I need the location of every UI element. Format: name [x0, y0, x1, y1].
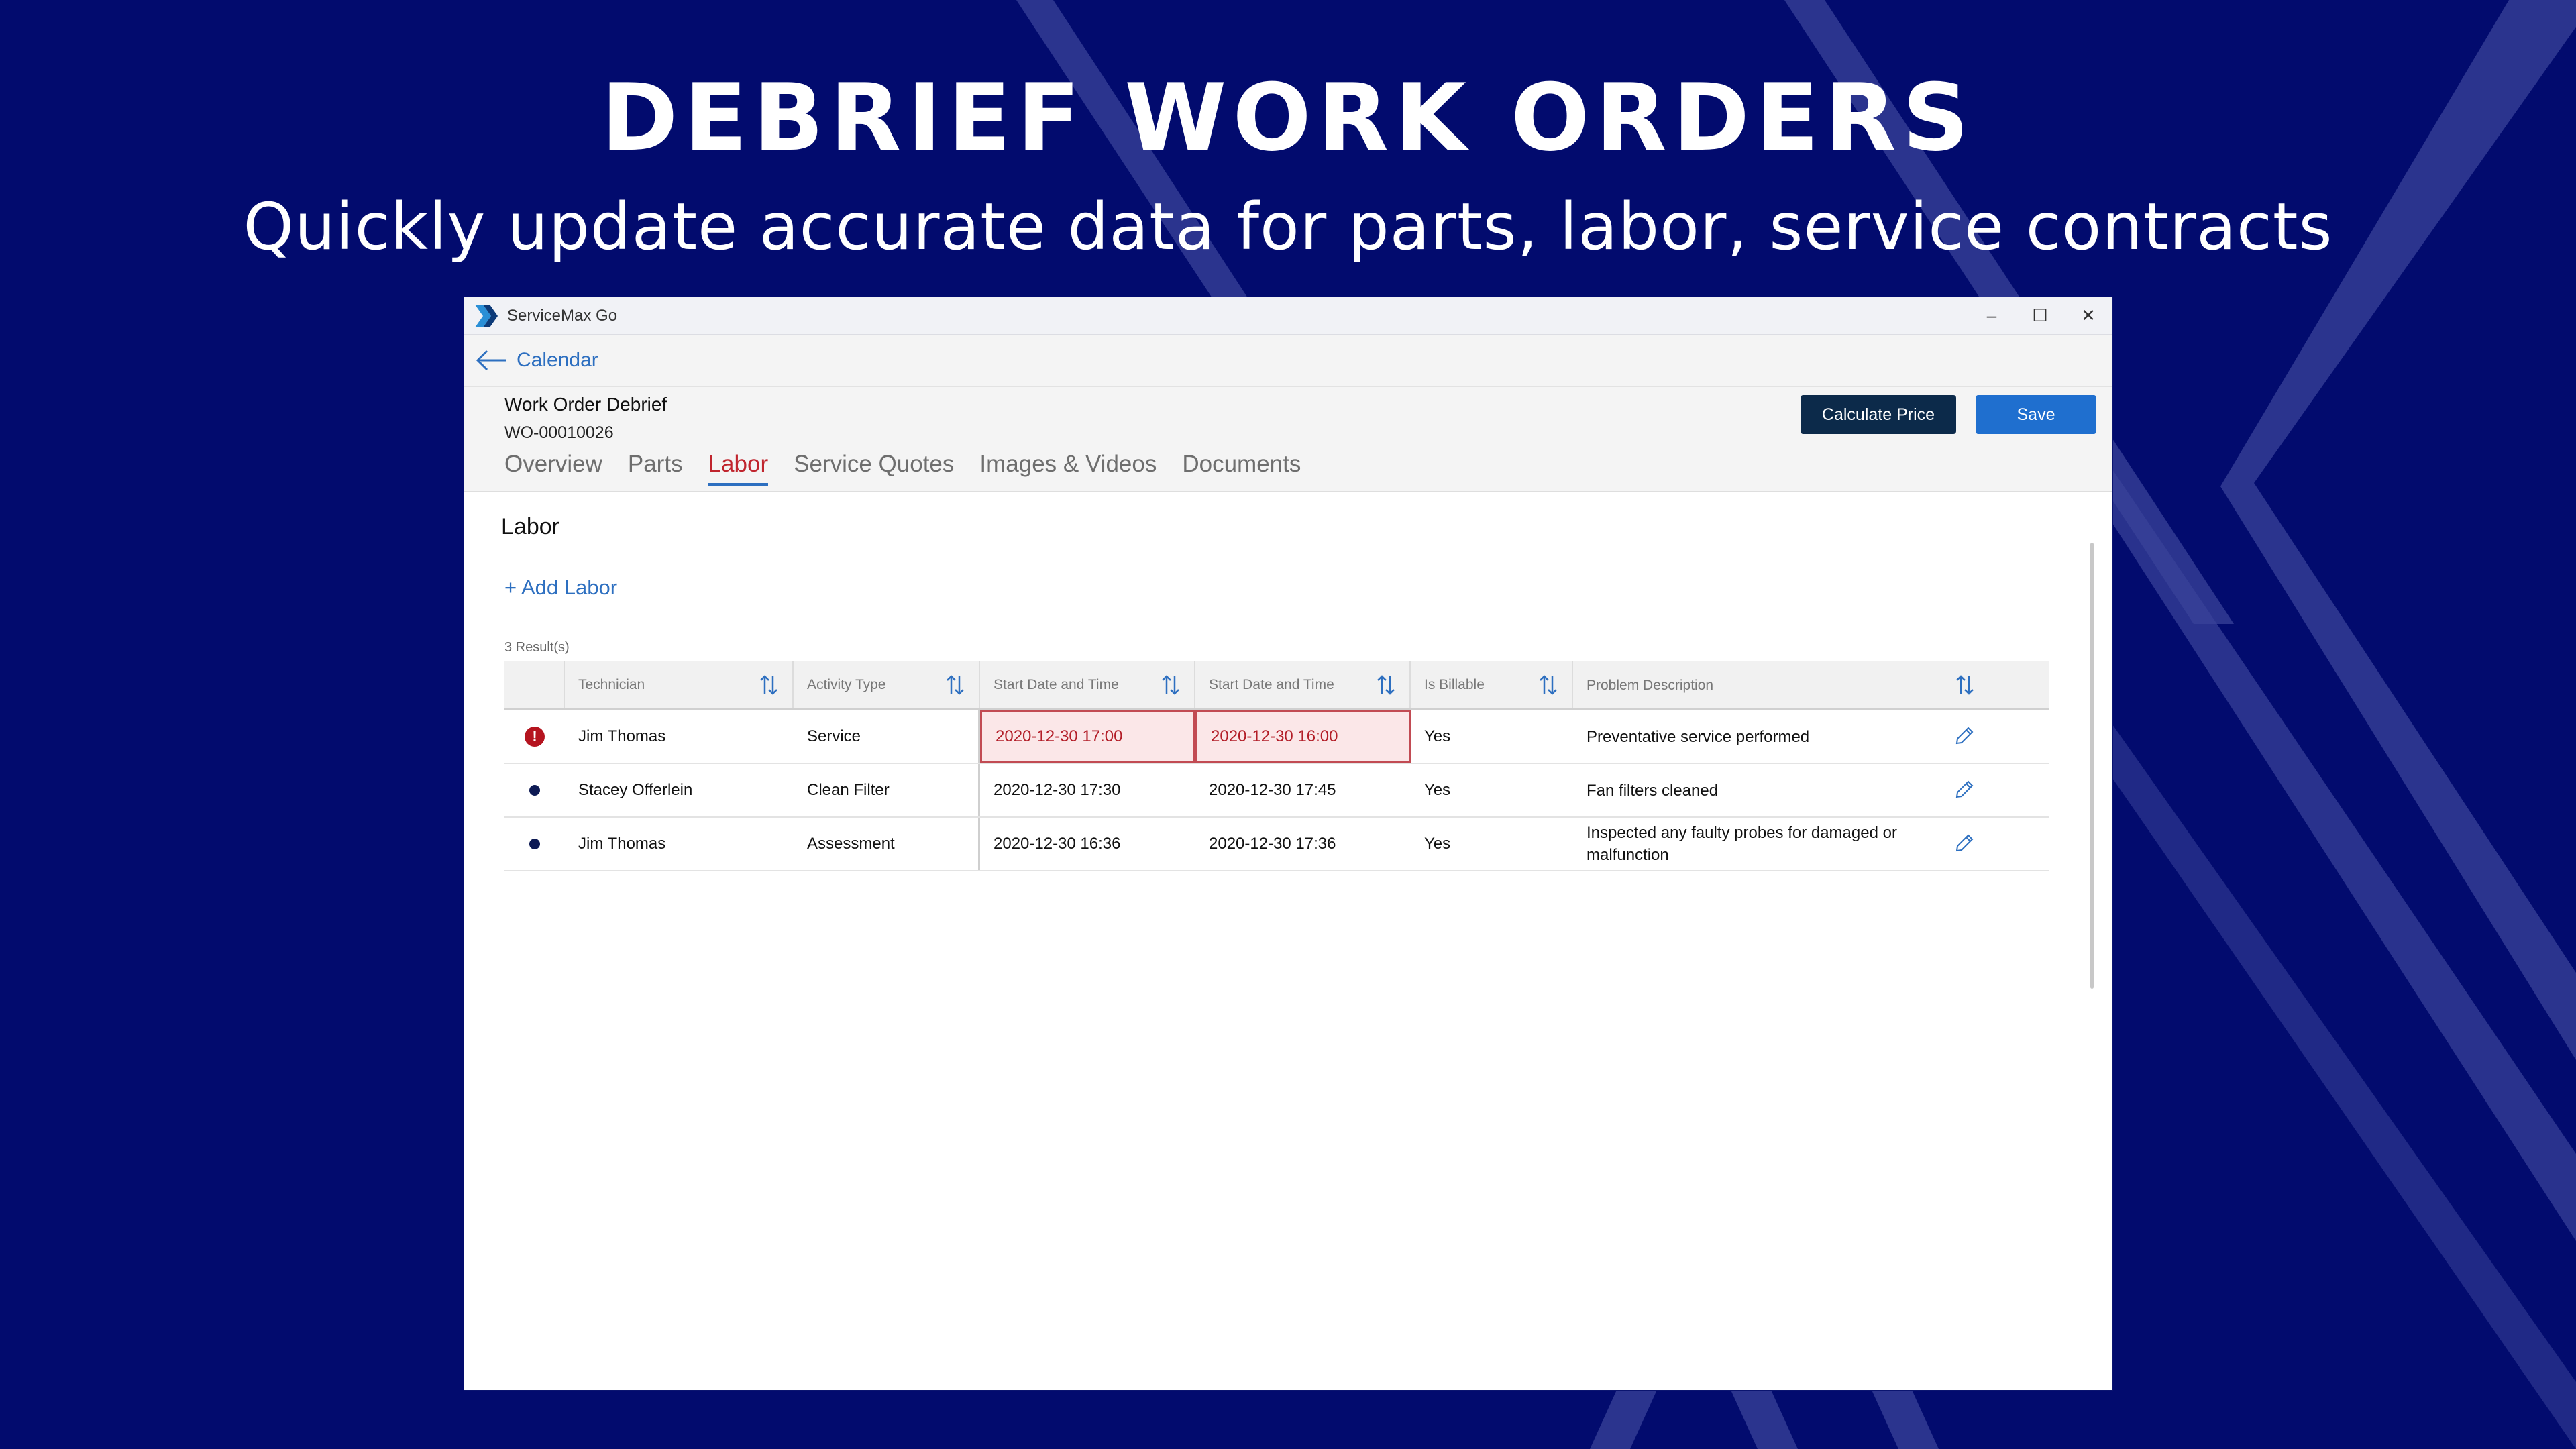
- tab-images-videos[interactable]: Images & Videos: [979, 451, 1157, 486]
- slide-headline: DEBRIEF WORK ORDERS: [600, 64, 1975, 172]
- technician-cell: Jim Thomas: [578, 727, 666, 745]
- tab-service-quotes[interactable]: Service Quotes: [794, 451, 954, 486]
- start-date-cell-error[interactable]: 2020-12-30 16:00: [1195, 710, 1411, 763]
- title-bar: ServiceMax Go – ☐ ✕: [464, 297, 2112, 335]
- table-row[interactable]: Stacey Offerlein Clean Filter 2020-12-30…: [504, 764, 2049, 818]
- servicemax-logo-icon: [475, 304, 498, 327]
- tab-labor[interactable]: Labor: [708, 451, 769, 486]
- back-link-calendar[interactable]: Calendar: [517, 349, 598, 372]
- nav-bar: Calendar: [464, 335, 2112, 387]
- error-icon: !: [525, 727, 545, 747]
- pencil-edit-icon[interactable]: [1953, 779, 1975, 800]
- add-labor-button[interactable]: + Add Labor: [504, 576, 617, 600]
- labor-table: Technician Activity Type Start Date and …: [504, 661, 2049, 871]
- app-window: ServiceMax Go – ☐ ✕ Calendar Work Order …: [464, 297, 2112, 1390]
- header-status: [504, 661, 565, 708]
- status-cell: [504, 818, 565, 870]
- maximize-button[interactable]: ☐: [2016, 297, 2064, 334]
- status-cell: [504, 764, 565, 816]
- description-cell: Preventative service performed: [1573, 710, 1988, 763]
- page-title: Work Order Debrief: [504, 394, 667, 415]
- back-arrow-icon[interactable]: [475, 348, 508, 372]
- close-button[interactable]: ✕: [2064, 297, 2112, 334]
- status-dot-icon: [529, 785, 540, 796]
- work-order-header: Work Order Debrief WO-00010026 Overview …: [464, 387, 2112, 492]
- sort-icon[interactable]: [1538, 674, 1558, 696]
- start-date-cell: 2020-12-30 17:36: [1209, 835, 1336, 853]
- sort-icon[interactable]: [1376, 674, 1396, 696]
- header-start-date-1[interactable]: Start Date and Time: [980, 661, 1195, 708]
- header-activity-type[interactable]: Activity Type: [794, 661, 980, 708]
- start-date-cell: 2020-12-30 16:36: [994, 835, 1121, 853]
- tab-documents[interactable]: Documents: [1182, 451, 1301, 486]
- start-date-cell: 2020-12-30 17:45: [1209, 781, 1336, 799]
- status-dot-icon: [529, 839, 540, 849]
- billable-cell: Yes: [1424, 835, 1451, 853]
- save-button[interactable]: Save: [1976, 395, 2096, 434]
- sort-icon[interactable]: [759, 674, 779, 696]
- header-problem-description[interactable]: Problem Description: [1573, 661, 1988, 708]
- header-start-date-2[interactable]: Start Date and Time: [1195, 661, 1411, 708]
- table-header: Technician Activity Type Start Date and …: [504, 661, 2049, 710]
- tab-overview[interactable]: Overview: [504, 451, 602, 486]
- description-cell: Inspected any faulty probes for damaged …: [1573, 818, 1988, 870]
- labor-content: Labor + Add Labor 3 Result(s) Technician…: [464, 492, 2112, 1342]
- activity-type-cell: Assessment: [794, 818, 980, 870]
- header-technician[interactable]: Technician: [565, 661, 794, 708]
- pencil-edit-icon[interactable]: [1953, 833, 1975, 854]
- calculate-price-button[interactable]: Calculate Price: [1801, 395, 1956, 434]
- activity-type-cell: Service: [794, 710, 980, 763]
- tab-parts[interactable]: Parts: [628, 451, 683, 486]
- start-date-cell: 2020-12-30 17:30: [994, 781, 1121, 799]
- vertical-scrollbar[interactable]: [2090, 543, 2094, 989]
- tab-bar: Overview Parts Labor Service Quotes Imag…: [504, 451, 1326, 486]
- results-count: 3 Result(s): [504, 640, 570, 655]
- sort-icon[interactable]: [1955, 674, 1975, 696]
- billable-cell: Yes: [1424, 727, 1451, 745]
- start-date-cell-error[interactable]: 2020-12-30 17:00: [980, 710, 1195, 763]
- sort-icon[interactable]: [1161, 674, 1181, 696]
- table-row[interactable]: Jim Thomas Assessment 2020-12-30 16:36 2…: [504, 818, 2049, 871]
- description-cell: Fan filters cleaned: [1573, 764, 1988, 816]
- pencil-edit-icon[interactable]: [1953, 725, 1975, 747]
- slide-subline: Quickly update accurate data for parts, …: [243, 189, 2333, 264]
- status-cell: !: [504, 710, 565, 763]
- table-row[interactable]: ! Jim Thomas Service 2020-12-30 17:00 20…: [504, 710, 2049, 764]
- work-order-number: WO-00010026: [504, 423, 614, 442]
- sort-icon[interactable]: [945, 674, 965, 696]
- technician-cell: Stacey Offerlein: [578, 781, 693, 799]
- app-title: ServiceMax Go: [507, 306, 618, 325]
- minimize-button[interactable]: –: [1968, 297, 2016, 334]
- header-is-billable[interactable]: Is Billable: [1411, 661, 1573, 708]
- activity-type-cell: Clean Filter: [794, 764, 980, 816]
- technician-cell: Jim Thomas: [578, 835, 666, 853]
- billable-cell: Yes: [1424, 781, 1451, 799]
- section-title: Labor: [501, 514, 559, 539]
